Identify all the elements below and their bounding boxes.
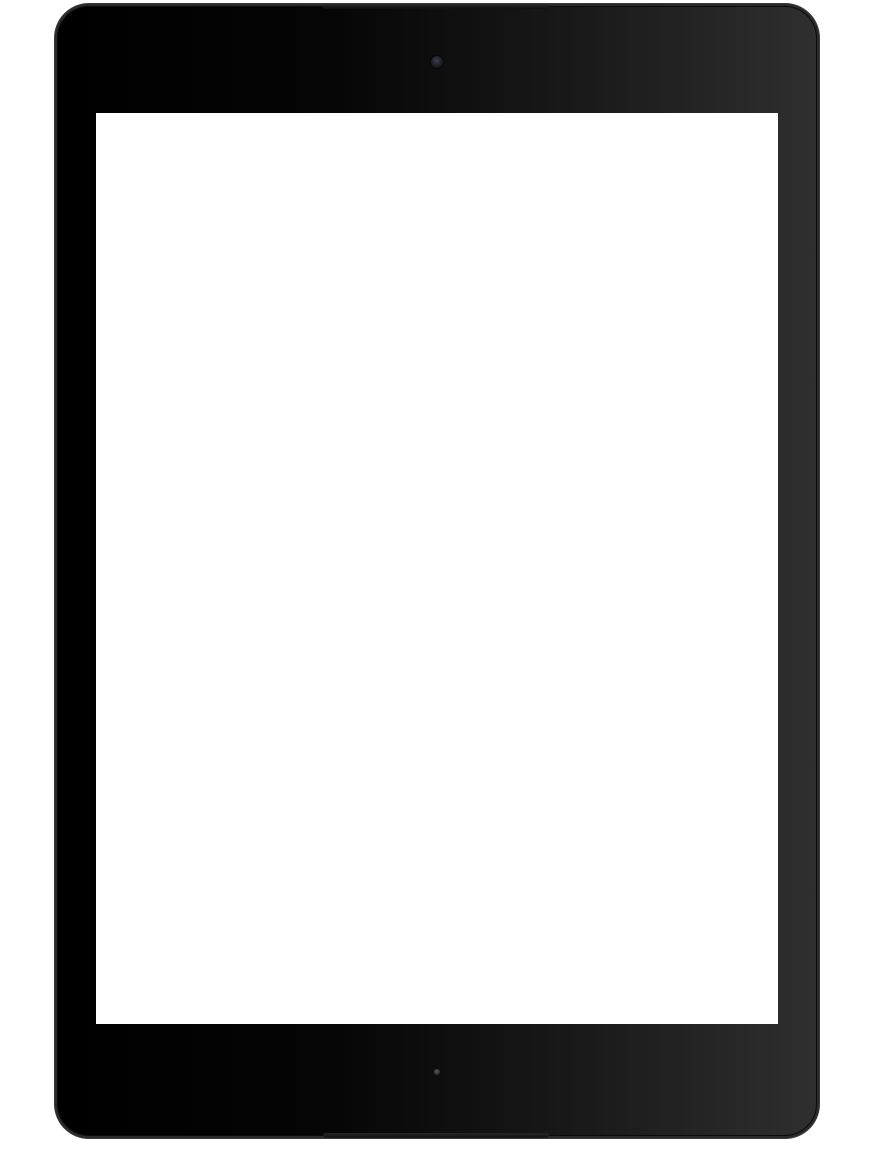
bottom-speaker-grill <box>323 1133 549 1138</box>
top-speaker-grill <box>323 4 549 9</box>
tablet-screen[interactable] <box>96 113 778 1024</box>
camera-icon <box>431 56 443 68</box>
tablet-device-frame <box>55 4 819 1138</box>
sensor-icon <box>434 1069 440 1075</box>
